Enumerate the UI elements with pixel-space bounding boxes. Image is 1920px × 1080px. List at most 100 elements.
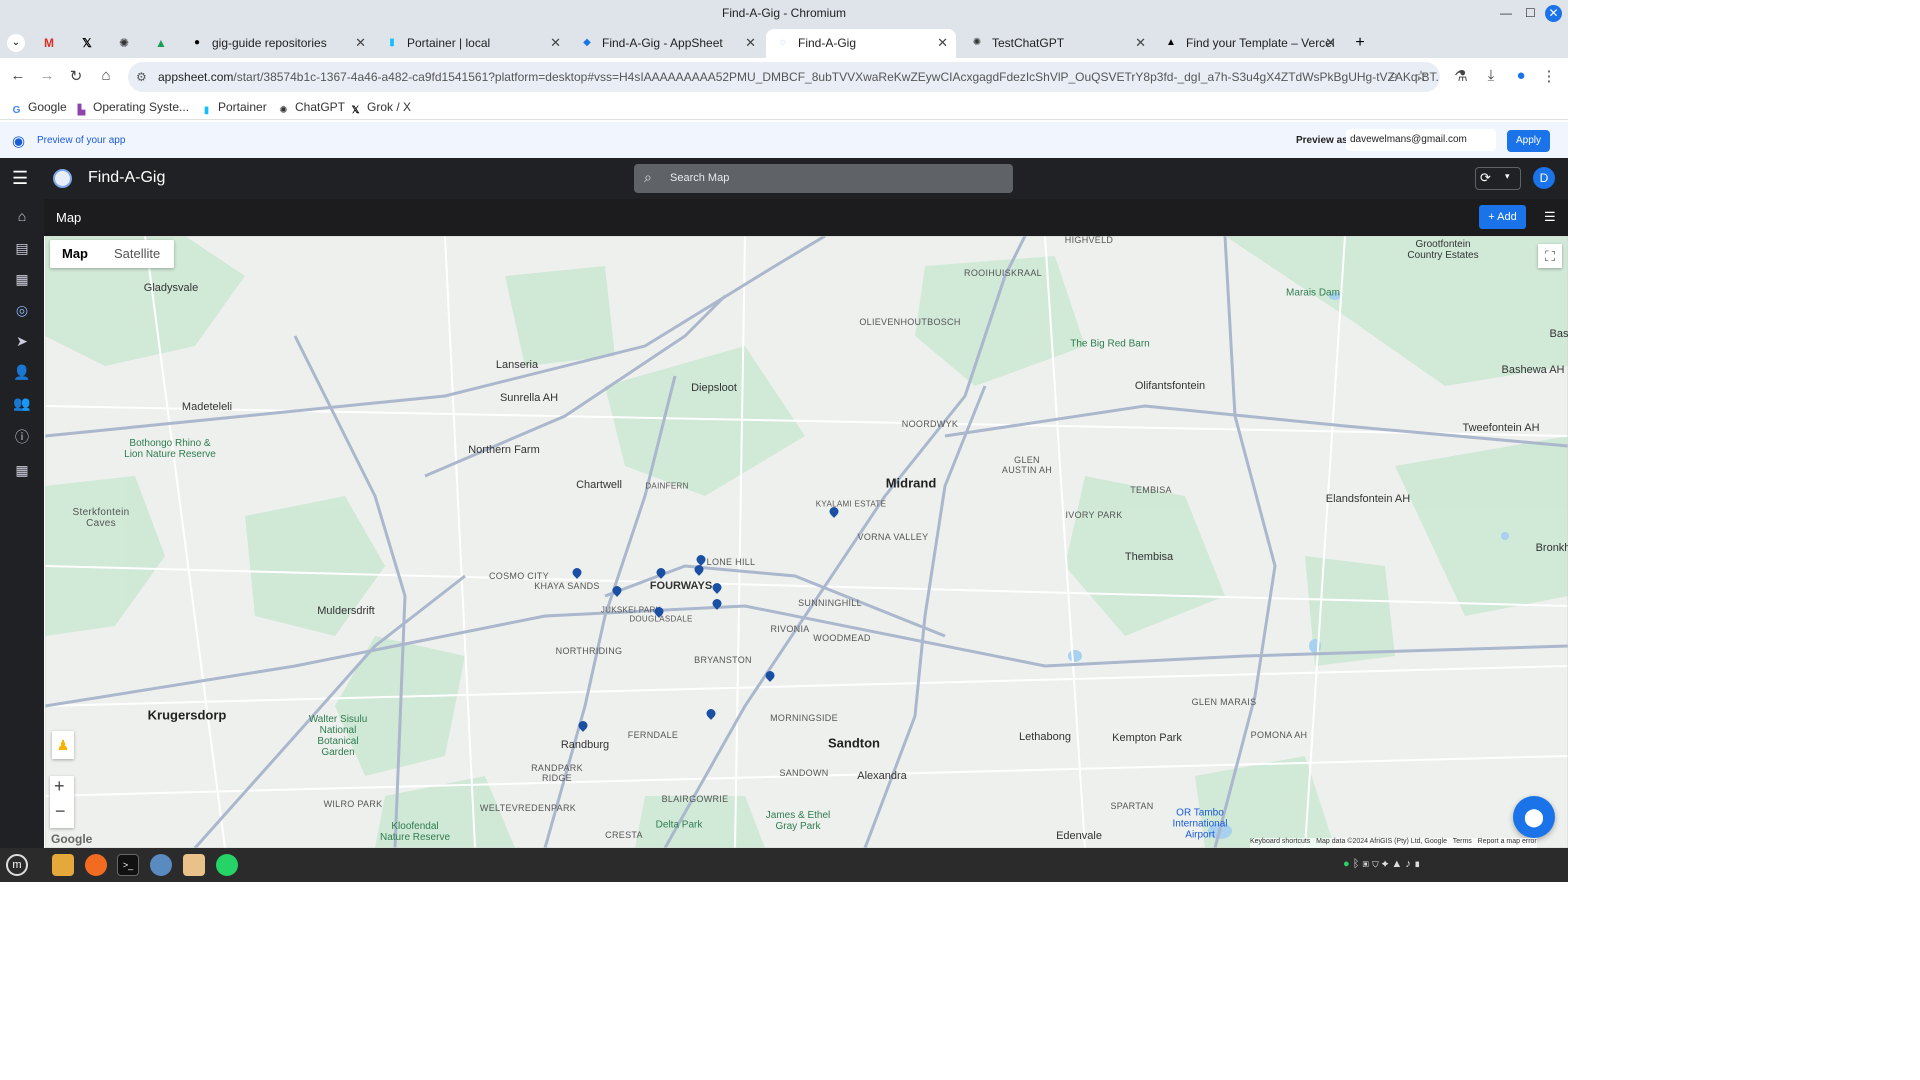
minimize-icon[interactable]: — xyxy=(1500,0,1512,27)
home-nav-icon[interactable]: ⌂ xyxy=(11,205,33,227)
calendar-nav-icon[interactable]: ▦ xyxy=(11,268,33,290)
add-button[interactable]: + Add xyxy=(1479,205,1526,229)
bookmark-operating-system[interactable]: ▙ Operating Syste... xyxy=(75,100,189,117)
map-canvas[interactable]: Map Satellite ⛶ ♟ + − ⬤ Google Keyboard … xyxy=(45,236,1568,848)
chromium-icon[interactable] xyxy=(150,854,172,876)
sync-button[interactable]: ⟳ ▾ xyxy=(1475,167,1521,190)
place-label: DAINFERN xyxy=(645,481,689,491)
street-view-pegman-icon[interactable]: ♟ xyxy=(52,731,74,759)
shield-icon[interactable]: ⛉ xyxy=(1372,858,1379,870)
apply-button[interactable]: Apply xyxy=(1507,130,1550,152)
battery-icon[interactable]: ▮ xyxy=(1414,858,1421,870)
map-nav-icon[interactable]: ◎ xyxy=(11,299,33,321)
location-fab-icon[interactable]: ⬤ xyxy=(1513,796,1555,838)
close-tab-icon[interactable]: ✕ xyxy=(1135,29,1146,57)
address-bar[interactable]: ⚙ appsheet.com/start/38574b1c-1367-4a46-… xyxy=(128,62,1440,92)
keyboard-shortcuts-link[interactable]: Keyboard shortcuts xyxy=(1250,838,1310,845)
download-icon[interactable]: ⤓ xyxy=(1480,67,1502,84)
place-label: Chartwell xyxy=(576,479,622,491)
close-tab-icon[interactable]: ✕ xyxy=(745,29,756,57)
map-attribution: Keyboard shortcuts Map data ©2024 AfriGI… xyxy=(1250,838,1537,848)
files-icon[interactable] xyxy=(52,854,74,876)
bookmark-portainer[interactable]: ▮ Portainer xyxy=(200,100,267,117)
bookmark-star-icon[interactable]: ☆ xyxy=(1410,67,1432,85)
folder-icon[interactable] xyxy=(183,854,205,876)
whatsapp-tray-icon[interactable]: ● xyxy=(1343,858,1350,870)
reload-icon[interactable]: ↻ xyxy=(65,67,87,85)
volume-icon[interactable]: ♪ xyxy=(1405,858,1411,870)
gmail-icon[interactable]: M xyxy=(40,34,58,52)
preview-email-input[interactable]: davewelmans@gmail.com xyxy=(1346,129,1496,151)
fullscreen-icon[interactable]: ⛶ xyxy=(1538,244,1562,268)
tab-search-icon[interactable]: ⌄ xyxy=(7,34,25,52)
tab-gig-guide[interactable]: ● gig-guide repositories ✕ xyxy=(180,29,374,58)
site-info-icon[interactable]: ⚙ xyxy=(136,62,147,92)
bluetooth-icon[interactable]: ᛒ xyxy=(1353,858,1360,870)
hamburger-menu-icon[interactable]: ☰ xyxy=(12,168,28,189)
close-tab-icon[interactable]: ✕ xyxy=(355,29,366,57)
place-label: Sandton xyxy=(828,735,880,751)
bookmark-chatgpt[interactable]: ✺ ChatGPT xyxy=(277,100,345,117)
place-label: OR Tambo International Airport xyxy=(1172,807,1228,841)
group-nav-icon[interactable]: 👥 xyxy=(11,392,33,414)
venue-nav-icon[interactable]: ▤ xyxy=(11,237,33,259)
close-window-icon[interactable]: ✕ xyxy=(1545,5,1562,22)
map-type-satellite-button[interactable]: Satellite xyxy=(114,246,160,261)
zoom-out-icon[interactable]: − xyxy=(55,801,66,822)
terminal-icon[interactable]: >_ xyxy=(117,854,139,876)
info-nav-icon[interactable]: ⓘ xyxy=(11,426,33,448)
zoom-icon[interactable]: ⌕ xyxy=(1383,67,1405,84)
menu-kebab-icon[interactable]: ⋮ xyxy=(1538,67,1560,85)
chatgpt-icon: ✺ xyxy=(972,37,982,48)
start-menu-icon[interactable]: m xyxy=(6,854,28,876)
app-sidebar: ⌂ ▤ ▦ ◎ ➤ 👤 👥 ⓘ ▦ xyxy=(0,199,44,848)
bookmark-grok[interactable]: 𝕏 Grok / X xyxy=(349,100,411,117)
zoom-in-icon[interactable]: + xyxy=(54,776,65,797)
place-label: Lethabong xyxy=(1019,731,1071,743)
drive-icon[interactable]: ▲ xyxy=(152,34,170,52)
tab-testchatgpt[interactable]: ✺ TestChatGPT ✕ xyxy=(960,29,1154,58)
maximize-icon[interactable]: ☐ xyxy=(1525,0,1536,27)
network-icon[interactable]: ▲ xyxy=(1391,858,1402,870)
place-label: Bronkh xyxy=(1535,542,1568,554)
x-tab-icon[interactable]: 𝕏 xyxy=(78,34,96,52)
place-label: GLEN AUSTIN AH xyxy=(1001,455,1053,475)
profile-icon[interactable]: ● xyxy=(1510,67,1532,84)
notification-icon[interactable]: ✦ xyxy=(1382,858,1389,870)
place-label: James & Ethel Gray Park xyxy=(765,810,831,832)
view-header: Map + Add ☰ xyxy=(44,199,1568,236)
tab-find-a-gig[interactable]: ◌ Find-A-Gig ✕ xyxy=(766,29,956,58)
tab-portainer[interactable]: ▮ Portainer | local ✕ xyxy=(375,29,569,58)
place-label: Midrand xyxy=(885,475,937,491)
place-label: CRESTA xyxy=(605,830,643,840)
labs-icon[interactable]: ⚗ xyxy=(1450,67,1472,85)
home-icon[interactable]: ⌂ xyxy=(95,67,117,84)
terms-link[interactable]: Terms xyxy=(1453,838,1472,845)
send-nav-icon[interactable]: ➤ xyxy=(11,330,33,352)
firefox-icon[interactable] xyxy=(85,854,107,876)
report-map-error-link[interactable]: Report a map error xyxy=(1478,838,1537,845)
map-type-control: Map Satellite xyxy=(50,240,174,268)
clipboard-icon[interactable]: ▣ xyxy=(1362,858,1369,870)
forward-icon[interactable]: → xyxy=(36,67,58,84)
close-tab-icon[interactable]: ✕ xyxy=(1325,29,1336,57)
apps-grid-icon[interactable]: ▦ xyxy=(11,459,33,481)
filter-icon[interactable]: ☰ xyxy=(1544,209,1556,225)
avatar[interactable]: D xyxy=(1533,167,1555,189)
chatgpt-tab-icon[interactable]: ✺ xyxy=(115,34,133,52)
search-map-input[interactable]: ⌕ Search Map xyxy=(634,164,1013,193)
map-type-map-button[interactable]: Map xyxy=(62,246,88,261)
close-tab-icon[interactable]: ✕ xyxy=(550,29,561,57)
whatsapp-icon[interactable] xyxy=(216,854,238,876)
place-label: LONE HILL xyxy=(706,557,756,567)
bookmark-google[interactable]: G Google xyxy=(10,100,67,117)
portainer-icon: ▮ xyxy=(203,105,210,116)
place-label: Bothongo Rhino & Lion Nature Reserve xyxy=(124,438,216,460)
back-icon[interactable]: ← xyxy=(7,67,29,84)
add-person-nav-icon[interactable]: 👤 xyxy=(11,361,33,383)
tab-vercel[interactable]: ▲ Find your Template – Vercel ✕ xyxy=(1154,29,1344,58)
place-label: Northern Farm xyxy=(468,444,540,456)
new-tab-icon[interactable]: + xyxy=(1351,34,1369,52)
close-tab-icon[interactable]: ✕ xyxy=(937,29,948,57)
tab-appsheet[interactable]: ◆ Find-A-Gig - AppSheet ✕ xyxy=(570,29,764,58)
